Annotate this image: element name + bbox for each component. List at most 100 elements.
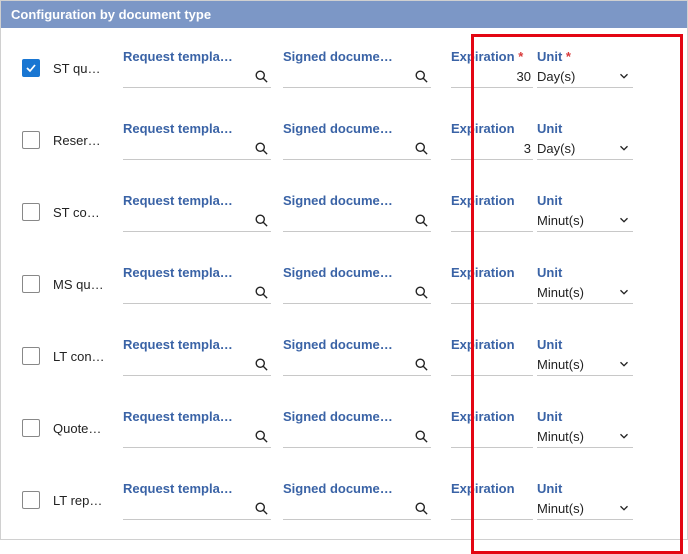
signed-document-lookup[interactable] (283, 354, 431, 376)
label-request-template: Request templa… (123, 409, 271, 424)
expiration-cell: Expiration *30 (443, 49, 533, 88)
search-icon[interactable] (414, 285, 429, 300)
cell-checkbox (9, 275, 53, 293)
unit-value: Minut(s) (537, 213, 584, 228)
request-template-cell: Request templa… (123, 409, 283, 448)
label-request-template: Request templa… (123, 49, 271, 64)
label-unit: Unit (537, 481, 633, 496)
expiration-input[interactable] (451, 210, 533, 232)
label-expiration: Expiration (451, 265, 533, 280)
signed-document-lookup[interactable] (283, 210, 431, 232)
table-row: ST co…Request templa…Signed docume…Expir… (5, 176, 683, 248)
request-template-lookup[interactable] (123, 66, 271, 88)
request-template-cell: Request templa… (123, 49, 283, 88)
unit-cell: UnitMinut(s) (533, 193, 633, 232)
search-icon[interactable] (254, 213, 269, 228)
search-icon[interactable] (254, 429, 269, 444)
request-template-cell: Request templa… (123, 337, 283, 376)
unit-value: Minut(s) (537, 429, 584, 444)
request-template-cell: Request templa… (123, 265, 283, 304)
panel-title: Configuration by document type (1, 1, 687, 28)
table-row: LT rep…Request templa…Signed docume…Expi… (5, 464, 683, 536)
cell-checkbox (9, 59, 53, 77)
chevron-down-icon (617, 213, 631, 227)
unit-cell: UnitMinut(s) (533, 337, 633, 376)
search-icon[interactable] (414, 69, 429, 84)
unit-select[interactable]: Minut(s) (537, 282, 633, 304)
expiration-input[interactable] (451, 498, 533, 520)
label-signed-document: Signed docume… (283, 481, 431, 496)
label-expiration: Expiration (451, 481, 533, 496)
signed-document-cell: Signed docume… (283, 409, 443, 448)
search-icon[interactable] (414, 357, 429, 372)
unit-select[interactable]: Day(s) (537, 138, 633, 160)
unit-cell: Unit Minut(s) (533, 481, 633, 520)
required-asterisk: * (562, 49, 571, 64)
row-checkbox[interactable] (22, 59, 40, 77)
signed-document-lookup[interactable] (283, 66, 431, 88)
expiration-value: 30 (451, 69, 531, 84)
search-icon[interactable] (254, 501, 269, 516)
expiration-input[interactable] (451, 282, 533, 304)
unit-value: Minut(s) (537, 501, 584, 516)
request-template-lookup[interactable] (123, 138, 271, 160)
unit-select[interactable]: Day(s) (537, 66, 633, 88)
unit-select[interactable]: Minut(s) (537, 426, 633, 448)
unit-cell: UnitDay(s) (533, 121, 633, 160)
request-template-lookup[interactable] (123, 354, 271, 376)
signed-document-cell: Signed docume… (283, 49, 443, 88)
unit-cell: Unit *Day(s) (533, 49, 633, 88)
signed-document-lookup[interactable] (283, 498, 431, 520)
table-row: LT con…Request templa…Signed docume…Expi… (5, 320, 683, 392)
request-template-lookup[interactable] (123, 426, 271, 448)
label-expiration: Expiration (451, 337, 533, 352)
search-icon[interactable] (254, 69, 269, 84)
label-expiration: Expiration (451, 193, 533, 208)
search-icon[interactable] (414, 141, 429, 156)
label-unit: Unit (537, 409, 633, 424)
chevron-down-icon (617, 429, 631, 443)
doc-type-label: ST co… (53, 205, 123, 220)
cell-checkbox (9, 419, 53, 437)
search-icon[interactable] (414, 501, 429, 516)
unit-value: Minut(s) (537, 357, 584, 372)
row-checkbox[interactable] (22, 347, 40, 365)
chevron-down-icon (617, 357, 631, 371)
row-checkbox[interactable] (22, 203, 40, 221)
rows-container: ST qu…Request templa…Signed docume…Expir… (1, 28, 687, 544)
unit-select[interactable]: Minut(s) (537, 354, 633, 376)
expiration-cell: Expiration (443, 193, 533, 232)
signed-document-lookup[interactable] (283, 426, 431, 448)
request-template-lookup[interactable] (123, 282, 271, 304)
label-expiration: Expiration (451, 121, 533, 136)
search-icon[interactable] (254, 357, 269, 372)
chevron-down-icon (617, 285, 631, 299)
expiration-input[interactable]: 3 (451, 138, 533, 160)
search-icon[interactable] (414, 213, 429, 228)
search-icon[interactable] (254, 285, 269, 300)
row-checkbox[interactable] (22, 275, 40, 293)
signed-document-lookup[interactable] (283, 282, 431, 304)
expiration-cell: Expiration (443, 337, 533, 376)
search-icon[interactable] (254, 141, 269, 156)
expiration-input[interactable] (451, 354, 533, 376)
request-template-lookup[interactable] (123, 498, 271, 520)
label-signed-document: Signed docume… (283, 49, 431, 64)
unit-select[interactable]: Minut(s) (537, 210, 633, 232)
row-checkbox[interactable] (22, 491, 40, 509)
unit-select[interactable]: Minut(s) (537, 498, 633, 520)
label-signed-document: Signed docume… (283, 121, 431, 136)
required-asterisk: * (515, 49, 524, 64)
search-icon[interactable] (414, 429, 429, 444)
unit-value: Day(s) (537, 69, 575, 84)
label-request-template: Request templa… (123, 121, 271, 136)
request-template-lookup[interactable] (123, 210, 271, 232)
request-template-cell: Request templa… (123, 121, 283, 160)
signed-document-cell: Signed docume… (283, 193, 443, 232)
row-checkbox[interactable] (22, 419, 40, 437)
label-signed-document: Signed docume… (283, 337, 431, 352)
expiration-input[interactable]: 30 (451, 66, 533, 88)
signed-document-lookup[interactable] (283, 138, 431, 160)
row-checkbox[interactable] (22, 131, 40, 149)
expiration-input[interactable] (451, 426, 533, 448)
